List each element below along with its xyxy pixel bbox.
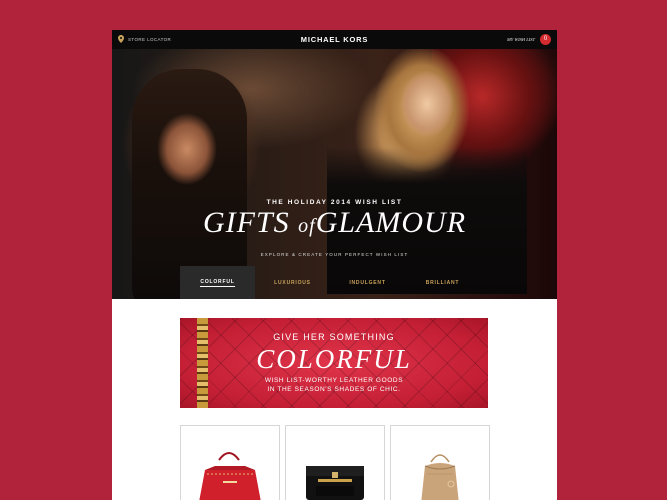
banner-headline: COLORFUL — [256, 344, 412, 374]
gold-bucket-bag-image — [421, 454, 459, 500]
hero-tagline[interactable]: EXPLORE & CREATE YOUR PERFECT WISH LIST — [112, 252, 557, 257]
product-card-gold-bucket-bag[interactable] — [390, 425, 490, 500]
hero-subtitle: THE HOLIDAY 2014 WISH LIST — [266, 199, 403, 206]
hero-title-part3: GLAMOUR — [315, 206, 467, 239]
category-tabs: COLORFUL LUXURIOUS INDULGENT BRILLIANT — [180, 266, 480, 299]
tab-luxurious[interactable]: LUXURIOUS — [255, 266, 330, 299]
red-tote-bag-image — [199, 452, 261, 500]
top-bar: STORE LOCATOR MICHAEL KORS MY WISH LIST … — [112, 30, 557, 49]
brand-logo[interactable]: MICHAEL KORS — [112, 35, 557, 44]
banner-description: WISH LIST-WORTHY LEATHER GOODS IN THE SE… — [180, 376, 488, 394]
hero-model-woman — [327, 49, 527, 294]
tab-label: LUXURIOUS — [274, 279, 311, 286]
tab-indulgent[interactable]: INDULGENT — [330, 266, 405, 299]
hero-model-man — [132, 69, 247, 299]
banner-description-line1: WISH LIST-WORTHY LEATHER GOODS — [264, 377, 404, 384]
hero-banner: THE HOLIDAY 2014 WISH LIST GIFTS ofGLAMO… — [112, 49, 557, 299]
banner-description-line2: IN THE SEASON'S SHADES OF CHIC. — [267, 386, 401, 393]
banner-intro: GIVE HER SOMETHING — [273, 332, 395, 342]
tab-label: BRILLIANT — [425, 279, 460, 286]
hero-title-part1: GIFTS — [202, 206, 299, 239]
tab-label: INDULGENT — [349, 279, 386, 286]
tab-brilliant[interactable]: BRILLIANT — [405, 266, 480, 299]
hero-title: GIFTS ofGLAMOUR — [112, 206, 557, 240]
product-grid — [180, 425, 490, 500]
wish-list-count-badge[interactable]: 0 — [540, 34, 551, 45]
page: STORE LOCATOR MICHAEL KORS MY WISH LIST … — [112, 30, 557, 500]
colorful-promo-banner[interactable]: GIVE HER SOMETHING COLORFUL WISH LIST-WO… — [180, 318, 488, 408]
product-card-red-tote[interactable] — [180, 425, 280, 500]
wish-list-link[interactable]: MY WISH LIST — [507, 37, 535, 42]
product-card-black-clutch[interactable] — [285, 425, 385, 500]
hero-title-part2: of — [298, 215, 316, 237]
black-clutch-image — [306, 466, 364, 500]
tab-colorful[interactable]: COLORFUL — [180, 266, 255, 299]
tab-label: COLORFUL — [200, 278, 235, 287]
